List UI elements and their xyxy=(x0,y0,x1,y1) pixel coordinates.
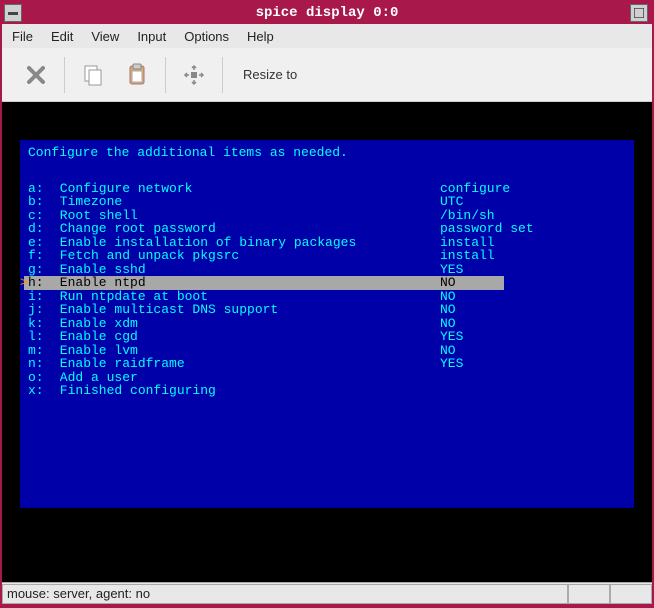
menu-file[interactable]: File xyxy=(12,29,33,44)
item-label: Enable installation of binary packages xyxy=(52,236,440,250)
item-label: Timezone xyxy=(52,195,440,209)
item-label: Change root password xyxy=(52,222,440,236)
item-key: m: xyxy=(28,344,52,358)
menu-item-x[interactable]: x: Finished configuring xyxy=(20,384,634,398)
item-value: NO xyxy=(440,317,456,331)
toolbar: Resize to xyxy=(2,48,652,102)
item-label: Enable ntpd xyxy=(52,276,440,290)
window-title: spice display 0:0 xyxy=(2,5,652,21)
item-key: x: xyxy=(28,384,52,398)
close-icon xyxy=(26,65,46,85)
item-value: NO xyxy=(440,290,456,304)
paste-icon xyxy=(126,63,148,87)
menu-item-f[interactable]: f: Fetch and unpack pkgsrcinstall xyxy=(20,249,634,263)
item-value: NO xyxy=(440,303,456,317)
menu-item-m[interactable]: m: Enable lvmNO xyxy=(20,344,634,358)
menu-item-d[interactable]: d: Change root passwordpassword set xyxy=(20,222,634,236)
menu-item-o[interactable]: o: Add a user xyxy=(20,371,634,385)
status-cell-1 xyxy=(568,584,610,604)
item-label: Enable xdm xyxy=(52,317,440,331)
item-value: install xyxy=(440,249,495,263)
item-label: Configure network xyxy=(52,182,440,196)
menu-view[interactable]: View xyxy=(91,29,119,44)
fullscreen-icon xyxy=(183,64,205,86)
menu-item-k[interactable]: k: Enable xdmNO xyxy=(20,317,634,331)
item-value: NO xyxy=(440,276,456,290)
item-label: Enable sshd xyxy=(52,263,440,277)
maximize-icon xyxy=(634,8,644,18)
item-key: o: xyxy=(28,371,52,385)
resize-label: Resize to xyxy=(243,67,297,82)
item-label: Root shell xyxy=(52,209,440,223)
separator xyxy=(165,57,166,93)
item-value: UTC xyxy=(440,195,463,209)
item-label: Enable multicast DNS support xyxy=(52,303,440,317)
item-key: c: xyxy=(28,209,52,223)
menu-item-n[interactable]: n: Enable raidframeYES xyxy=(20,357,634,371)
menu-edit[interactable]: Edit xyxy=(51,29,73,44)
separator xyxy=(64,57,65,93)
paste-button[interactable] xyxy=(115,53,159,97)
selection-arrow-icon: > xyxy=(20,276,28,290)
menubar: File Edit View Input Options Help xyxy=(2,24,652,48)
maximize-button[interactable] xyxy=(630,4,648,22)
item-value: YES xyxy=(440,357,463,371)
item-key: i: xyxy=(28,290,52,304)
display-area[interactable]: Configure the additional items as needed… xyxy=(2,102,652,582)
menu-item-c[interactable]: c: Root shell/bin/sh xyxy=(20,209,634,223)
item-label: Run ntpdate at boot xyxy=(52,290,440,304)
copy-icon xyxy=(82,64,104,86)
item-key: l: xyxy=(28,330,52,344)
item-label: Enable raidframe xyxy=(52,357,440,371)
menu-item-l[interactable]: l: Enable cgdYES xyxy=(20,330,634,344)
copy-button[interactable] xyxy=(71,53,115,97)
item-key: b: xyxy=(28,195,52,209)
item-label: Add a user xyxy=(52,371,440,385)
item-key: d: xyxy=(28,222,52,236)
titlebar[interactable]: spice display 0:0 xyxy=(2,2,652,24)
item-label: Finished configuring xyxy=(52,384,440,398)
app-window: spice display 0:0 File Edit View Input O… xyxy=(2,2,652,604)
item-label: Fetch and unpack pkgsrc xyxy=(52,249,440,263)
window-menu-button[interactable] xyxy=(4,4,22,22)
item-key: a: xyxy=(28,182,52,196)
item-value: configure xyxy=(440,182,510,196)
menu-item-b[interactable]: b: TimezoneUTC xyxy=(20,195,634,209)
item-key: f: xyxy=(28,249,52,263)
console-header: Configure the additional items as needed… xyxy=(20,146,634,160)
item-key: j: xyxy=(28,303,52,317)
close-button[interactable] xyxy=(14,53,58,97)
menu-item-j[interactable]: j: Enable multicast DNS supportNO xyxy=(20,303,634,317)
menu-item-h[interactable]: >h: Enable ntpdNO xyxy=(24,276,504,290)
item-value: password set xyxy=(440,222,534,236)
item-key: k: xyxy=(28,317,52,331)
fullscreen-button[interactable] xyxy=(172,53,216,97)
item-value: /bin/sh xyxy=(440,209,495,223)
item-value: YES xyxy=(440,263,463,277)
separator xyxy=(222,57,223,93)
item-value: YES xyxy=(440,330,463,344)
console: Configure the additional items as needed… xyxy=(20,140,634,508)
menu-item-e[interactable]: e: Enable installation of binary package… xyxy=(20,236,634,250)
menu-options[interactable]: Options xyxy=(184,29,229,44)
item-label: Enable lvm xyxy=(52,344,440,358)
menu-input[interactable]: Input xyxy=(137,29,166,44)
menu-item-g[interactable]: g: Enable sshdYES xyxy=(20,263,634,277)
item-key: g: xyxy=(28,263,52,277)
item-key: e: xyxy=(28,236,52,250)
menu-help[interactable]: Help xyxy=(247,29,274,44)
status-cell-2 xyxy=(610,584,652,604)
item-key: n: xyxy=(28,357,52,371)
menu-item-i[interactable]: i: Run ntpdate at bootNO xyxy=(20,290,634,304)
item-value: NO xyxy=(440,344,456,358)
item-value: install xyxy=(440,236,495,250)
status-text: mouse: server, agent: no xyxy=(2,584,568,604)
item-label: Enable cgd xyxy=(52,330,440,344)
item-key: h: xyxy=(28,276,52,290)
menu-icon xyxy=(8,12,18,15)
menu-item-a[interactable]: a: Configure networkconfigure xyxy=(20,182,634,196)
statusbar: mouse: server, agent: no xyxy=(2,582,652,604)
